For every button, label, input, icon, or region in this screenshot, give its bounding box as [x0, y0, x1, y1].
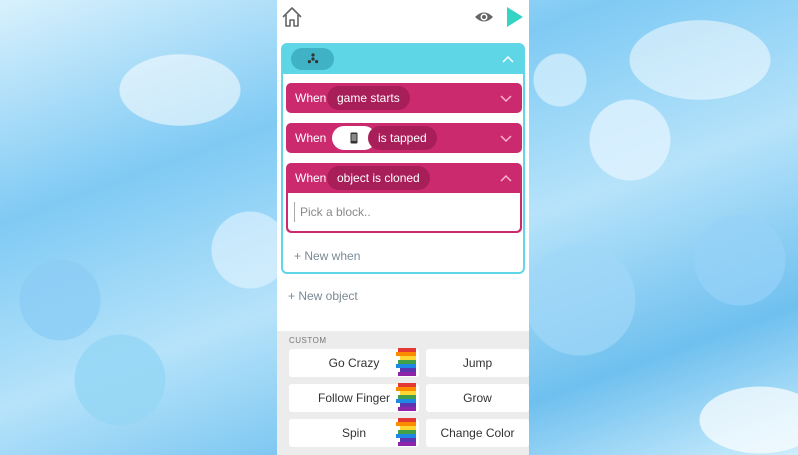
chevron-down-icon[interactable] [499, 133, 513, 143]
object-card: When game starts When is tapped When obj… [281, 43, 525, 274]
block-palette: CUSTOM Go Crazy Jump Follow Finger Grow … [277, 331, 529, 455]
play-icon[interactable] [505, 5, 525, 29]
rule-game-starts[interactable]: When game starts [286, 83, 522, 113]
rule-when-label: When [295, 171, 327, 185]
palette-section-label: CUSTOM [289, 336, 327, 345]
object-header[interactable] [283, 45, 523, 74]
fidget-spinner-icon [307, 53, 318, 64]
chevron-down-icon[interactable] [499, 93, 513, 103]
home-icon[interactable] [280, 5, 304, 29]
trigger-pill[interactable]: is tapped [368, 126, 437, 150]
rule-when-label: When [295, 131, 327, 145]
rule-object-cloned[interactable]: When object is cloned Pick a block.. [286, 163, 522, 233]
pick-block-input[interactable]: Pick a block.. [294, 202, 514, 222]
eye-icon[interactable] [474, 8, 494, 26]
top-bar [277, 0, 529, 36]
rainbow-icon [396, 383, 416, 411]
trigger-pill[interactable]: object is cloned [327, 166, 430, 190]
chevron-up-icon[interactable] [499, 173, 513, 183]
object-thumbnail[interactable] [291, 48, 334, 70]
rule-is-tapped[interactable]: When is tapped [286, 123, 522, 153]
block-jump[interactable]: Jump [426, 349, 529, 377]
rule-when-label: When [295, 91, 327, 105]
rule-body: Pick a block.. [288, 193, 520, 231]
new-when-button[interactable]: + New when [294, 249, 360, 263]
editor-panel: When game starts When is tapped When obj… [277, 0, 529, 455]
chevron-up-icon[interactable] [501, 53, 515, 65]
rainbow-icon [396, 418, 416, 446]
new-object-button[interactable]: + New object [288, 289, 358, 303]
rainbow-icon [396, 348, 416, 376]
block-grow[interactable]: Grow [426, 384, 529, 412]
block-change-color[interactable]: Change Color [426, 419, 529, 447]
phone-icon [350, 132, 358, 144]
trigger-pill[interactable]: game starts [327, 86, 410, 110]
